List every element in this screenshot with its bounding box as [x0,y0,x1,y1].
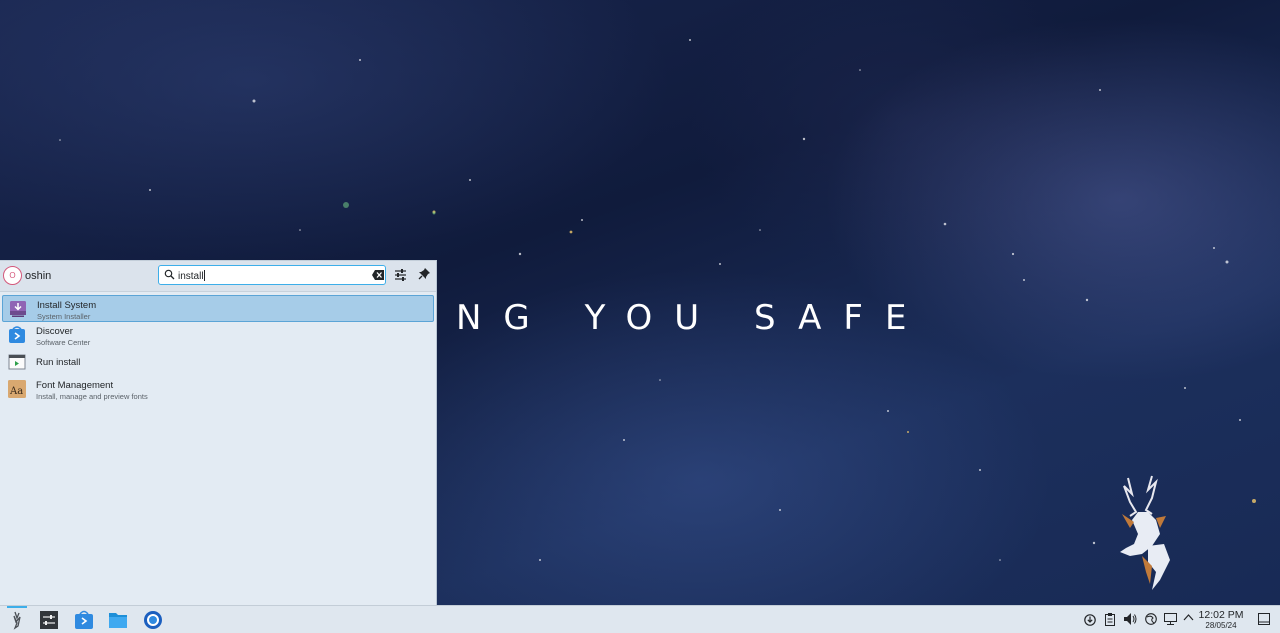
installer-icon [10,301,26,317]
clock-date[interactable]: 28/05/24 [1198,621,1244,630]
deer-logo-icon [1120,475,1170,590]
expand-tray-icon[interactable] [1183,613,1194,621]
clock-time[interactable]: 12:02 PM [1198,609,1244,621]
result-subtitle: Install, manage and preview fonts [36,392,148,401]
filter-settings-icon[interactable] [394,268,407,281]
browser-icon[interactable] [143,610,163,630]
discover-icon[interactable] [74,610,94,630]
search-results-list: Install System System Installer Discover… [0,295,436,403]
avatar[interactable]: O [3,266,22,285]
result-title: Font Management [36,380,114,391]
clipboard-icon[interactable] [1105,613,1115,626]
settings-icon[interactable] [39,610,59,630]
terminal-run-icon [8,354,26,370]
search-input[interactable]: install [158,265,386,285]
result-install-system[interactable]: Install System System Installer [2,295,434,322]
result-run-install[interactable]: Run install [2,349,434,376]
result-discover[interactable]: Discover Software Center [2,322,434,349]
discover-icon [9,326,25,343]
result-title: Install System [37,300,97,311]
result-title: Run install [36,357,81,368]
network-icon[interactable] [1145,613,1157,625]
result-subtitle: System Installer [37,312,91,321]
search-query-text: install [178,271,204,282]
text-caret [203,270,205,281]
pin-icon[interactable] [418,268,430,280]
display-icon[interactable] [1164,613,1177,625]
result-font-management[interactable]: Aa Font Management Install, manage and p… [2,376,434,403]
wallpaper-tagline: NG YOU SAFE [456,298,929,338]
svg-text:Aa: Aa [9,386,23,397]
launcher-header: O oshin install [0,261,436,292]
username-label: oshin [25,270,52,282]
volume-icon[interactable] [1124,613,1137,625]
result-subtitle: Software Center [36,338,91,347]
result-title: Discover [36,326,73,337]
taskbar: 12:02 PM 28/05/24 [0,605,1280,633]
application-launcher: O oshin install Install System System In… [0,260,437,606]
launcher-icon[interactable] [7,610,27,630]
font-icon: Aa [8,380,26,398]
clear-search-icon[interactable] [372,270,384,280]
updates-icon[interactable] [1084,613,1096,627]
search-icon [164,269,175,280]
file-manager-icon[interactable] [108,610,128,630]
show-desktop-icon[interactable] [1258,613,1270,625]
active-indicator [7,606,27,608]
